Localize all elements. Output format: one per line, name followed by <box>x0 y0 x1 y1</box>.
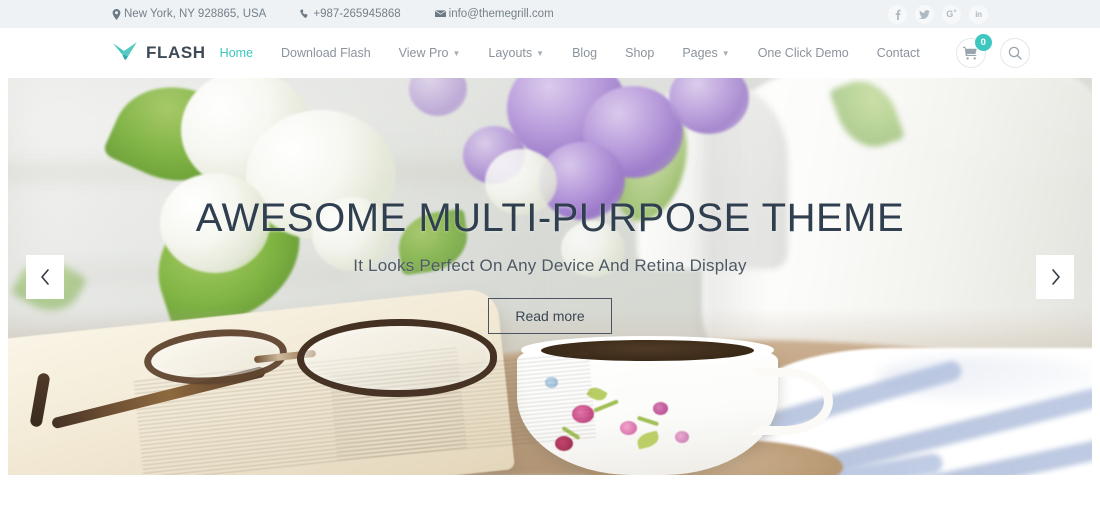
nav-label: Home <box>219 46 254 60</box>
facebook-icon[interactable] <box>888 4 907 24</box>
hero-slider: AWESOME MULTI-PURPOSE THEME It Looks Per… <box>8 78 1092 475</box>
top-bar: New York, NY 928865, USA +987-265945868 … <box>0 0 1100 28</box>
chevron-down-icon: ▼ <box>536 49 545 58</box>
nav-label: Shop <box>625 46 655 60</box>
nav-label: Download Flash <box>281 46 371 60</box>
page-body-below-hero <box>0 475 1100 517</box>
nav-item-view-pro[interactable]: View Pro ▼ <box>385 46 475 60</box>
nav-item-download-flash[interactable]: Download Flash <box>267 46 385 60</box>
read-more-button[interactable]: Read more <box>488 298 612 334</box>
site-header: FLASH Home Download Flash View Pro ▼ Lay… <box>0 28 1100 78</box>
nav-label: Layouts <box>488 46 533 60</box>
logo-text: FLASH <box>146 43 206 62</box>
topbar-email-text: info@themegrill.com <box>448 8 554 20</box>
nav-item-home[interactable]: Home <box>206 46 267 60</box>
google-plus-icon[interactable]: G+ <box>942 4 961 24</box>
map-marker-icon <box>112 8 121 20</box>
hero-subtitle: It Looks Perfect On Any Device And Retin… <box>353 256 747 275</box>
nav-label: View Pro <box>398 46 449 60</box>
cart-count-badge: 0 <box>974 34 992 51</box>
nav-label: Blog <box>572 46 598 60</box>
flash-bird-logo-icon <box>113 42 137 60</box>
hero-title: AWESOME MULTI-PURPOSE THEME <box>195 196 905 240</box>
topbar-social-links: G+ in <box>888 4 988 24</box>
hero-next-button[interactable] <box>1036 254 1074 299</box>
chevron-right-icon <box>1051 268 1060 285</box>
search-button[interactable] <box>999 38 1030 68</box>
topbar-email[interactable]: info@themegrill.com <box>434 8 554 20</box>
nav-item-blog[interactable]: Blog <box>558 46 611 60</box>
nav-label: Contact <box>876 46 920 60</box>
topbar-phone[interactable]: +987-265945868 <box>300 8 401 20</box>
topbar-phone-text: +987-265945868 <box>313 8 401 20</box>
header-tools: 0 <box>955 34 1030 68</box>
chevron-down-icon: ▼ <box>721 49 730 58</box>
search-icon <box>1008 46 1022 60</box>
phone-icon <box>300 9 310 19</box>
main-navigation: Home Download Flash View Pro ▼ Layouts ▼… <box>206 46 934 60</box>
nav-label: One Click Demo <box>757 46 849 60</box>
nav-item-shop[interactable]: Shop <box>611 46 668 60</box>
twitter-icon[interactable] <box>915 4 934 24</box>
topbar-contacts: New York, NY 928865, USA +987-265945868 … <box>112 8 554 20</box>
nav-item-layouts[interactable]: Layouts ▼ <box>474 46 558 60</box>
linkedin-icon[interactable]: in <box>969 4 988 24</box>
topbar-address-text: New York, NY 928865, USA <box>124 8 267 20</box>
cart-button[interactable]: 0 <box>955 34 992 68</box>
hero-caption: AWESOME MULTI-PURPOSE THEME It Looks Per… <box>8 196 1092 334</box>
nav-item-pages[interactable]: Pages ▼ <box>668 46 743 60</box>
site-logo[interactable]: FLASH <box>112 41 206 65</box>
hero-prev-button[interactable] <box>26 254 64 299</box>
nav-label: Pages <box>682 46 718 60</box>
topbar-address: New York, NY 928865, USA <box>112 8 266 20</box>
envelope-icon <box>434 10 446 18</box>
nav-item-one-click-demo[interactable]: One Click Demo <box>744 46 863 60</box>
chevron-left-icon <box>40 268 49 285</box>
chevron-down-icon: ▼ <box>452 49 461 58</box>
nav-item-contact[interactable]: Contact <box>863 46 934 60</box>
